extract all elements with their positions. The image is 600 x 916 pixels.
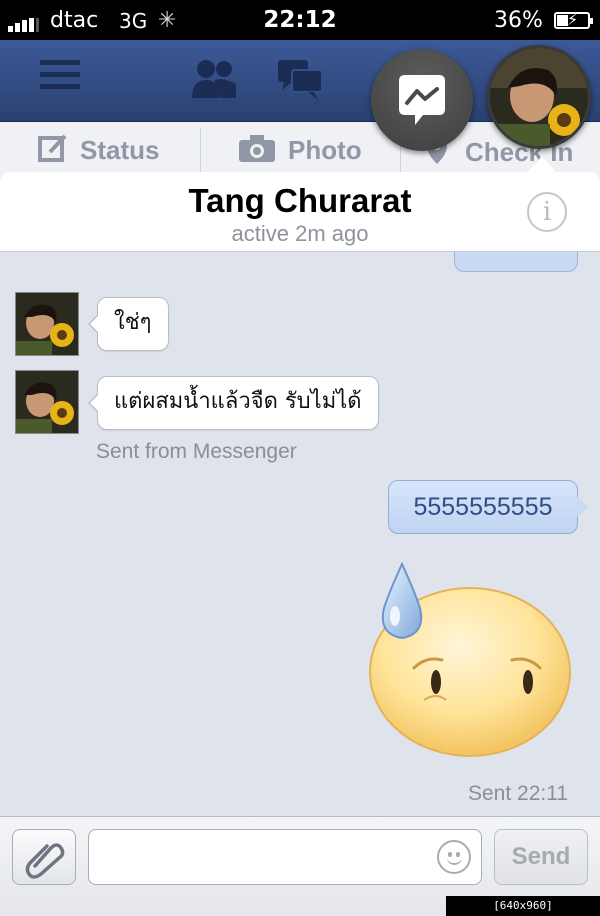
- status-button[interactable]: Status: [38, 134, 159, 166]
- message-text: ใช่ๆ: [114, 310, 152, 335]
- sweat-drop-blob-sticker[interactable]: [362, 560, 574, 760]
- message-text: แต่ผสมน้ำแล้วจืด รับไม่ได้: [114, 389, 362, 414]
- info-icon[interactable]: i: [527, 192, 567, 232]
- messages-icon[interactable]: [276, 58, 324, 102]
- divider: [200, 128, 201, 176]
- messenger-icon: [399, 75, 445, 125]
- message-thread[interactable]: ใช่ๆ แต่ผสมน้ำแล้วจืด รับไม่ได้ Sent fro…: [0, 252, 600, 816]
- contact-name: Tang Churarat: [188, 182, 412, 219]
- battery-charging-icon: ⚡: [554, 10, 593, 29]
- contact-chat-head-avatar[interactable]: [487, 45, 591, 149]
- incoming-message-bubble: แต่ผสมน้ำแล้วจืด รับไม่ได้: [88, 376, 379, 430]
- friend-requests-icon[interactable]: [190, 58, 240, 100]
- outgoing-message-bubble: [454, 252, 578, 272]
- send-button[interactable]: Send: [494, 829, 588, 885]
- sent-timestamp: Sent 22:11: [468, 782, 569, 805]
- emoji-smiley-icon[interactable]: [437, 840, 471, 874]
- outgoing-message-bubble: 5555555555: [388, 480, 588, 534]
- avatar-photo: [16, 293, 78, 355]
- contact-active-status: active 2m ago: [231, 221, 369, 246]
- messenger-chat-head[interactable]: [371, 49, 473, 151]
- status-bar: dtac 3G ✳ 22:12 36% ⚡: [0, 0, 600, 40]
- battery-percent: 36%: [494, 8, 543, 33]
- edit-icon: [38, 134, 67, 162]
- incoming-message-bubble: ใช่ๆ: [88, 297, 169, 351]
- message-text: 5555555555: [413, 493, 553, 521]
- watermark: [640x960] https://upic.me/: [446, 896, 600, 916]
- chat-header: Tang Churarat active 2m ago i: [0, 172, 600, 252]
- avatar[interactable]: [15, 370, 79, 434]
- avatar-photo: [16, 371, 78, 433]
- sent-from-messenger-label: Sent from Messenger: [96, 440, 297, 463]
- attach-button[interactable]: [12, 829, 76, 885]
- chat-head-pointer: [528, 156, 556, 172]
- status-label: Status: [80, 135, 160, 165]
- message-input[interactable]: [88, 829, 482, 885]
- photo-button[interactable]: Photo: [238, 134, 362, 166]
- paperclip-icon: [25, 843, 65, 879]
- photo-label: Photo: [288, 135, 362, 165]
- avatar[interactable]: [15, 292, 79, 356]
- menu-icon[interactable]: [40, 60, 80, 96]
- camera-icon: [239, 135, 275, 162]
